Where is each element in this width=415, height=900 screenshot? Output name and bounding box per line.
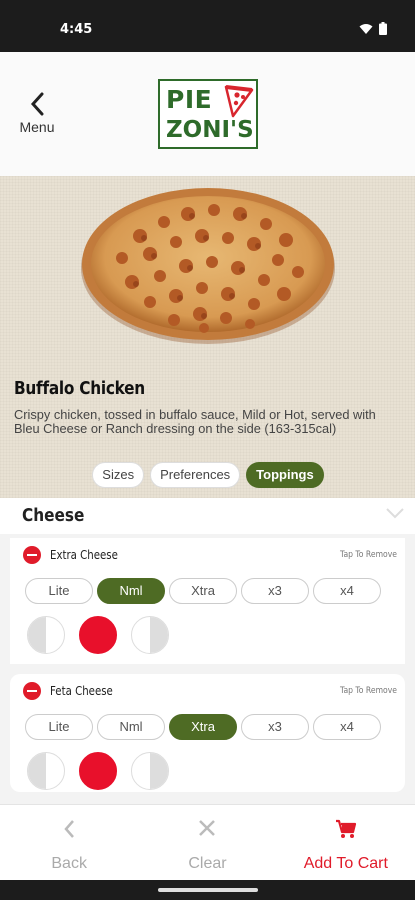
amount-nml[interactable]: Nml [97,578,165,604]
logo-text-line1: PIE [166,85,213,114]
option-tabs: Sizes Preferences Toppings [0,462,415,488]
back-button[interactable]: Back [0,805,138,880]
clear-button[interactable]: Clear [138,805,276,880]
tap-to-remove-label[interactable]: Tap To Remove [340,550,397,560]
home-indicator[interactable] [158,888,258,892]
tab-sizes[interactable]: Sizes [92,462,145,488]
tab-preferences[interactable]: Preferences [150,462,241,488]
system-nav-bar [0,880,415,900]
chevron-down-icon [386,508,404,519]
section-title: Cheese [22,505,85,526]
left-half-icon[interactable] [27,752,65,790]
remove-icon[interactable] [23,546,41,564]
remove-icon[interactable] [23,682,41,700]
topping-name: Extra Cheese [50,548,118,562]
chevron-left-icon [30,92,44,116]
amount-x3[interactable]: x3 [241,714,309,740]
amount-options: Lite Nml Xtra x3 x4 [25,714,381,740]
amount-nml[interactable]: Nml [97,714,165,740]
cheese-section-header[interactable]: Cheese [0,498,415,534]
status-icons [359,22,387,35]
pizza-slice-icon [224,85,254,118]
add-to-cart-button[interactable]: Add To Cart [277,805,415,880]
tap-to-remove-label[interactable]: Tap To Remove [340,686,397,696]
topping-card-feta-cheese: Feta Cheese Tap To Remove Lite Nml Xtra … [10,674,405,792]
app-header: Menu PIE ZONI'S [0,52,415,176]
placement-options [27,752,169,790]
left-half-icon[interactable] [27,616,65,654]
whole-pizza-icon[interactable] [79,752,117,790]
pie-zonis-logo: PIE ZONI'S [158,79,258,149]
amount-xtra[interactable]: Xtra [169,714,237,740]
amount-lite[interactable]: Lite [25,578,93,604]
status-time: 4:45 [60,22,93,37]
menu-back-label: Menu [19,119,55,135]
amount-xtra[interactable]: Xtra [169,578,237,604]
status-bar: 4:45 [0,0,415,52]
item-title: Buffalo Chicken [14,378,145,399]
pizza-image [81,188,335,344]
right-half-icon[interactable] [131,752,169,790]
clear-label: Clear [188,855,227,872]
back-label: Back [51,855,87,872]
amount-options: Lite Nml Xtra x3 x4 [25,578,381,604]
logo-text-line2: ZONI'S [166,117,254,143]
topping-card-extra-cheese: Extra Cheese Tap To Remove Lite Nml Xtra… [10,538,405,664]
amount-lite[interactable]: Lite [25,714,93,740]
toppings-panel: Cheese Extra Cheese Tap To Remove Lite N… [0,498,415,804]
bottom-nav: Back Clear Add To Cart [0,804,415,880]
wifi-icon [359,23,373,34]
topping-name: Feta Cheese [50,684,113,698]
amount-x4[interactable]: x4 [313,578,381,604]
chevron-left-icon [64,820,75,838]
right-half-icon[interactable] [131,616,169,654]
close-icon [199,820,216,836]
item-hero: Buffalo Chicken Crispy chicken, tossed i… [0,176,415,498]
amount-x4[interactable]: x4 [313,714,381,740]
cart-icon [335,819,356,838]
whole-pizza-icon[interactable] [79,616,117,654]
amount-x3[interactable]: x3 [241,578,309,604]
tab-toppings[interactable]: Toppings [246,462,324,488]
add-to-cart-label: Add To Cart [303,855,388,872]
item-description: Crispy chicken, tossed in buffalo sauce,… [14,407,376,436]
battery-icon [379,22,387,35]
placement-options [27,616,169,654]
menu-back-button[interactable]: Menu [14,92,60,135]
